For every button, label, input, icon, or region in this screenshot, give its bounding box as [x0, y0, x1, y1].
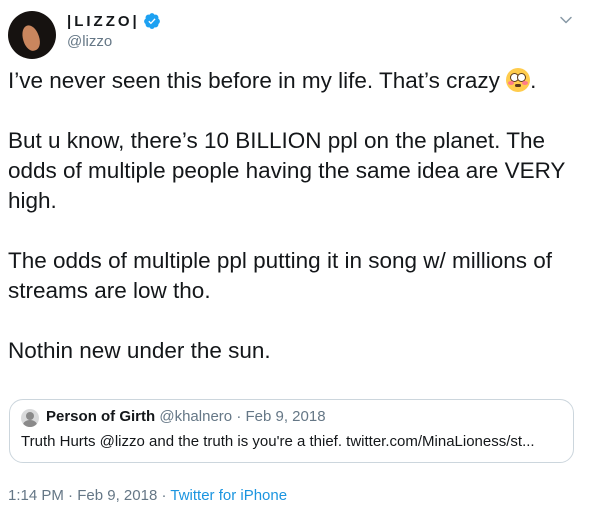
author-display-name[interactable]: |LIZZO| [67, 13, 140, 30]
avatar[interactable] [8, 11, 56, 59]
quoted-date[interactable]: Feb 9, 2018 [245, 408, 325, 425]
tweet-paragraph-text: I’ve never seen this before in my life. … [8, 68, 500, 93]
tweet-text: I’ve never seen this before in my life. … [8, 66, 580, 396]
avatar-figure [19, 23, 43, 53]
tweet-punctuation: . [530, 68, 537, 93]
quoted-avatar[interactable] [21, 409, 39, 427]
quoted-header: Person of Girth @khalnero · Feb 9, 2018 [46, 408, 326, 425]
tweet-date[interactable]: Feb 9, 2018 [77, 487, 157, 504]
tweet-footer: 1:14 PM · Feb 9, 2018 · Twitter for iPho… [8, 487, 287, 504]
quoted-separator: · [236, 408, 242, 425]
tweet-paragraph: But u know, there’s 10 BILLION ppl on th… [8, 128, 566, 213]
tweet-source-link[interactable]: Twitter for iPhone [170, 487, 287, 504]
chevron-down-icon[interactable] [559, 13, 573, 27]
author-name-row[interactable]: |LIZZO| [67, 11, 161, 31]
footer-separator: · [68, 487, 74, 504]
footer-separator: · [161, 487, 167, 504]
tweet-paragraph: I’ve never seen this before in my life. … [8, 66, 580, 96]
verified-badge-icon [143, 13, 160, 29]
tweet-paragraph: Nothin new under the sun. [8, 338, 271, 363]
flushed-face-icon [506, 68, 531, 92]
quoted-handle[interactable]: @khalnero [159, 408, 232, 425]
quoted-display-name[interactable]: Person of Girth [46, 408, 155, 425]
quoted-tweet[interactable]: Person of Girth @khalnero · Feb 9, 2018 … [9, 399, 574, 463]
tweet-paragraph: The odds of multiple ppl putting it in s… [8, 248, 553, 303]
quoted-text: Truth Hurts @lizzo and the truth is you'… [21, 433, 535, 450]
tweet-time[interactable]: 1:14 PM [8, 487, 64, 504]
author-handle[interactable]: @lizzo [67, 33, 112, 50]
